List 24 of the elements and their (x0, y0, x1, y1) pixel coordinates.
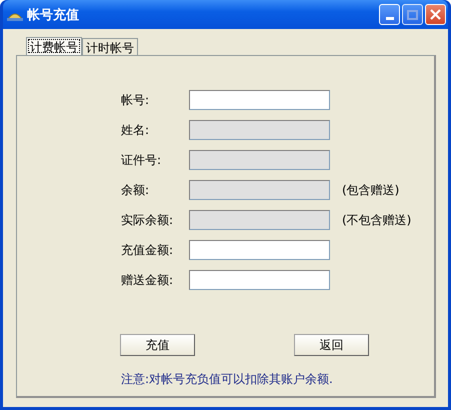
field-label: 赠送金额: (121, 272, 174, 288)
button[interactable]: 充值 (120, 334, 195, 356)
field-note: (包含赠送) (341, 182, 400, 198)
input-field[interactable] (189, 270, 330, 290)
close-icon (430, 9, 441, 20)
field-label: 实际余额: (121, 212, 174, 228)
field-label: 充值金额: (121, 242, 174, 258)
input-field[interactable] (189, 90, 330, 110)
window-title: 帐号充值 (27, 6, 80, 24)
minimize-icon (386, 17, 394, 20)
field-label: 姓名: (121, 122, 150, 138)
field-label: 证件号: (121, 152, 162, 168)
maximize-button[interactable] (402, 4, 423, 25)
input-field[interactable] (189, 240, 330, 260)
notice-text: 注意:对帐号充负值可以扣除其账户余额. (121, 371, 334, 388)
minimize-button[interactable] (379, 4, 400, 25)
maximize-icon (407, 10, 418, 20)
field-label: 帐号: (121, 92, 150, 108)
field-label: 余额: (121, 182, 150, 198)
tab[interactable]: 计费帐号 (26, 37, 82, 55)
button[interactable]: 返回 (294, 334, 369, 356)
close-button[interactable] (425, 4, 446, 25)
field-note: (不包含赠送) (341, 212, 412, 228)
tab[interactable]: 计时帐号 (82, 38, 138, 55)
